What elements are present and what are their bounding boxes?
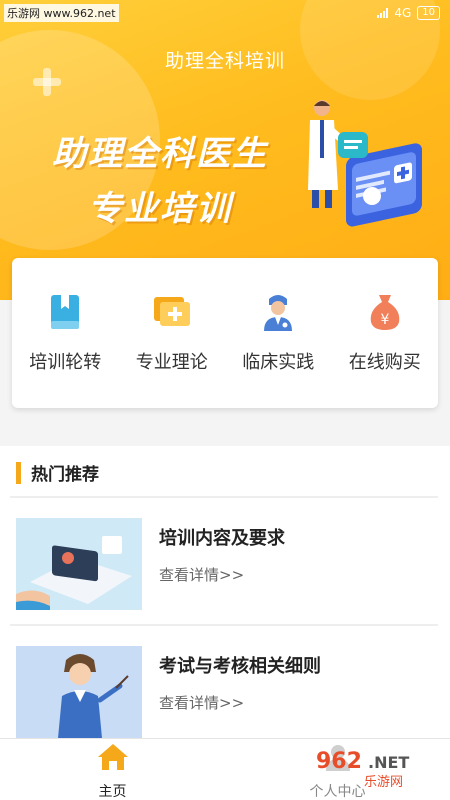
menu-item-training-rotation[interactable]: 培训轮转 bbox=[12, 258, 119, 408]
app-title: 助理全科培训 bbox=[164, 50, 285, 72]
home-icon bbox=[97, 743, 129, 775]
svg-text:962: 962 bbox=[316, 749, 362, 774]
view-details-link[interactable]: 查看详情>> bbox=[159, 692, 244, 713]
recommend-section: 热门推荐 培训内容及要求 查看详情>> 考试与考核相关细则 查看详情>> bbox=[0, 446, 450, 738]
banner-line-2: 专业培训 bbox=[88, 189, 232, 229]
quick-menu: 培训轮转 专业理论 临床实践 ¥ 在线购买 bbox=[12, 258, 438, 408]
money-bag-icon: ¥ bbox=[366, 292, 404, 332]
view-details-link[interactable]: 查看详情>> bbox=[159, 564, 244, 585]
site-logo: 962 .NET 乐游网 bbox=[316, 749, 409, 790]
tab-home[interactable]: 主页 bbox=[0, 739, 225, 800]
divider bbox=[10, 496, 438, 498]
article-title: 考试与考核相关细则 bbox=[159, 656, 321, 677]
tab-label: 主页 bbox=[98, 784, 127, 800]
doctor-illustration bbox=[308, 100, 422, 227]
section-title: 热门推荐 bbox=[31, 465, 99, 485]
svg-text:¥: ¥ bbox=[380, 312, 389, 328]
menu-label: 培训轮转 bbox=[29, 352, 102, 373]
chat-plus-icon bbox=[153, 292, 191, 332]
article-title: 培训内容及要求 bbox=[159, 528, 285, 549]
site-watermark: 乐游网 www.962.net bbox=[4, 4, 119, 22]
section-header: 热门推荐 bbox=[16, 460, 99, 485]
article-thumbnail bbox=[16, 518, 142, 610]
divider bbox=[10, 624, 438, 626]
battery-icon: 10 bbox=[417, 6, 440, 20]
hero-banner: 助理全科培训 助理全科医生 专业培训 bbox=[0, 0, 450, 300]
menu-label: 临床实践 bbox=[242, 352, 315, 373]
banner-line-1: 助理全科医生 bbox=[52, 134, 268, 174]
status-bar: 4G 10 bbox=[377, 6, 440, 20]
banner-slogan: 助理全科医生 专业培训 bbox=[52, 126, 268, 230]
section-accent-bar bbox=[16, 461, 21, 484]
menu-item-clinical-practice[interactable]: 临床实践 bbox=[225, 258, 332, 408]
menu-item-online-purchase[interactable]: ¥ 在线购买 bbox=[332, 258, 439, 408]
svg-text:乐游网: 乐游网 bbox=[364, 775, 403, 790]
signal-icon bbox=[377, 8, 389, 18]
doctor-icon bbox=[259, 292, 297, 332]
article-item[interactable]: 考试与考核相关细则 查看详情>> bbox=[16, 646, 436, 738]
menu-label: 在线购买 bbox=[348, 352, 421, 373]
svg-text:.NET: .NET bbox=[368, 753, 409, 772]
network-type: 4G bbox=[394, 6, 412, 20]
article-thumbnail bbox=[16, 646, 142, 738]
menu-item-theory[interactable]: 专业理论 bbox=[119, 258, 226, 408]
article-item[interactable]: 培训内容及要求 查看详情>> bbox=[16, 518, 436, 610]
book-icon bbox=[46, 292, 84, 332]
menu-label: 专业理论 bbox=[135, 352, 208, 373]
